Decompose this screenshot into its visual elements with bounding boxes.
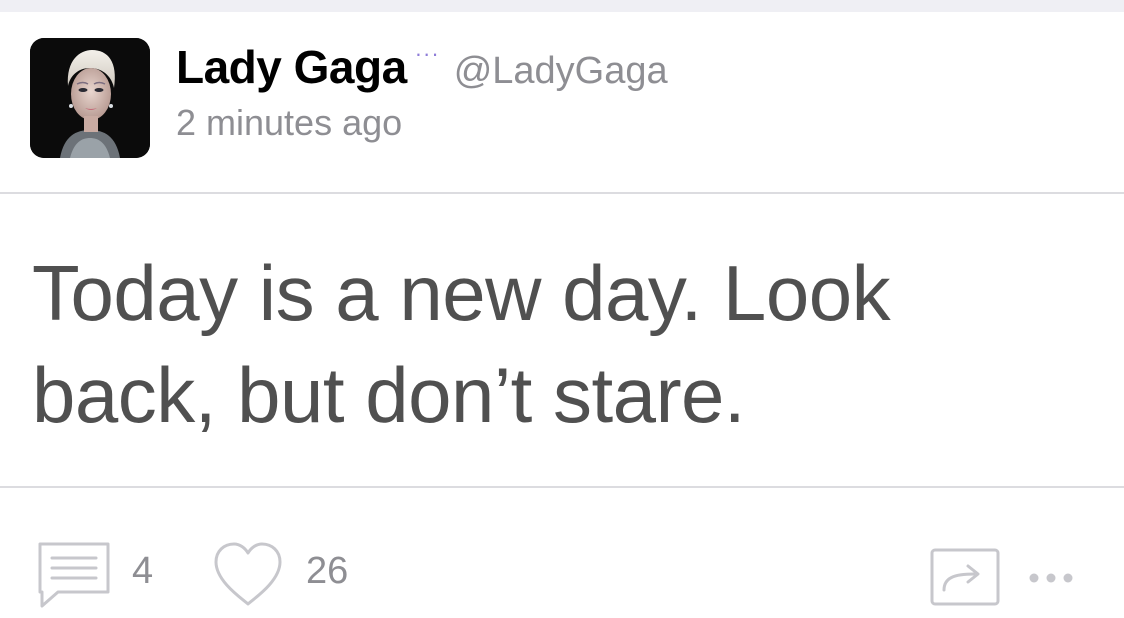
comment-count: 4 bbox=[132, 550, 154, 592]
comment-icon bbox=[38, 542, 110, 608]
like-count: 26 bbox=[306, 550, 349, 592]
post-card: Lady Gaga ··· @LadyGaga 2 minutes ago To… bbox=[0, 12, 1124, 618]
post-header: Lady Gaga ··· @LadyGaga 2 minutes ago bbox=[0, 12, 1124, 194]
avatar[interactable] bbox=[30, 38, 150, 158]
share-icon bbox=[930, 548, 1000, 606]
top-strip bbox=[0, 0, 1124, 12]
heart-icon bbox=[214, 542, 282, 606]
author-badge: ··· bbox=[414, 41, 440, 66]
post-actions: 4 26 bbox=[0, 488, 1124, 618]
post-text: Today is a new day. Look back, but don’t… bbox=[32, 249, 891, 439]
header-divider bbox=[0, 192, 1124, 194]
avatar-portrait-icon bbox=[30, 38, 150, 158]
more-icon bbox=[1029, 573, 1073, 583]
post-timestamp: 2 minutes ago bbox=[176, 102, 403, 143]
more-button[interactable] bbox=[1026, 568, 1076, 588]
comment-button[interactable] bbox=[36, 540, 112, 610]
share-button[interactable] bbox=[930, 548, 1000, 608]
like-button[interactable] bbox=[210, 540, 286, 610]
author-row: Lady Gaga ··· @LadyGaga bbox=[176, 40, 668, 100]
author-display-name[interactable]: Lady Gaga bbox=[176, 40, 407, 94]
author-handle[interactable]: @LadyGaga bbox=[454, 50, 668, 93]
